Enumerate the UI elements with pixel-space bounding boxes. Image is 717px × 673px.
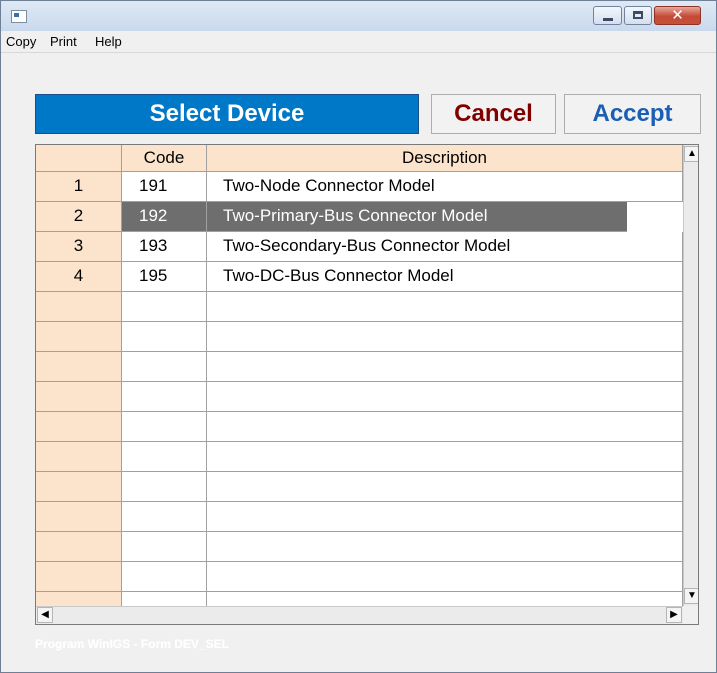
horizontal-scrollbar[interactable]: ◀ ▶ bbox=[36, 606, 683, 624]
code-cell[interactable]: 191 bbox=[122, 172, 207, 202]
code-cell[interactable]: 192 bbox=[122, 202, 207, 232]
description-cell[interactable] bbox=[207, 532, 683, 562]
row-number bbox=[36, 382, 122, 412]
row-number: 3 bbox=[36, 232, 122, 262]
row-number bbox=[36, 442, 122, 472]
menu-help[interactable]: Help bbox=[95, 34, 122, 49]
code-cell[interactable] bbox=[122, 502, 207, 532]
row-number: 4 bbox=[36, 262, 122, 292]
menu-copy[interactable]: Copy bbox=[6, 34, 36, 49]
row-number bbox=[36, 532, 122, 562]
select-device-title: Select Device bbox=[35, 94, 419, 134]
description-cell[interactable] bbox=[207, 382, 683, 412]
description-cell[interactable] bbox=[207, 352, 683, 382]
select-device-window: ✕ Copy Print Help Select Device Cancel A… bbox=[0, 0, 717, 673]
scroll-corner bbox=[683, 606, 698, 624]
header-code[interactable]: Code bbox=[122, 145, 207, 172]
description-cell[interactable] bbox=[207, 502, 683, 532]
description-cell[interactable] bbox=[207, 322, 683, 352]
description-cell[interactable] bbox=[207, 442, 683, 472]
accept-button[interactable]: Accept bbox=[564, 94, 701, 134]
row-number: 1 bbox=[36, 172, 122, 202]
arrow-right-icon: ▶ bbox=[670, 609, 678, 620]
device-grid[interactable]: Code Description 1 191 Two-Node Connector Mo… bbox=[35, 144, 699, 625]
scroll-up-button[interactable]: ▲ bbox=[684, 146, 698, 162]
maximize-icon bbox=[633, 11, 643, 19]
minimize-button[interactable] bbox=[593, 6, 622, 25]
arrow-left-icon: ◀ bbox=[41, 609, 49, 620]
row-number bbox=[36, 352, 122, 382]
close-icon: ✕ bbox=[671, 6, 684, 24]
description-cell[interactable]: Two-Secondary-Bus Connector Model bbox=[207, 232, 683, 262]
code-cell[interactable]: 193 bbox=[122, 232, 207, 262]
scroll-left-button[interactable]: ◀ bbox=[37, 607, 53, 623]
description-cell[interactable]: Two-Primary-Bus Connector Model bbox=[207, 202, 627, 232]
row-number bbox=[36, 412, 122, 442]
row-number bbox=[36, 502, 122, 532]
code-cell[interactable] bbox=[122, 412, 207, 442]
code-cell[interactable] bbox=[122, 382, 207, 412]
description-cell[interactable] bbox=[207, 292, 683, 322]
vertical-scrollbar[interactable]: ▲ ▼ bbox=[683, 145, 698, 606]
description-cell[interactable] bbox=[207, 472, 683, 502]
row-number bbox=[36, 292, 122, 322]
close-button[interactable]: ✕ bbox=[654, 6, 701, 25]
app-icon bbox=[11, 10, 27, 23]
cancel-button[interactable]: Cancel bbox=[431, 94, 556, 134]
description-cell[interactable] bbox=[207, 412, 683, 442]
minimize-icon bbox=[603, 18, 613, 21]
arrow-down-icon: ▼ bbox=[687, 590, 697, 601]
maximize-button[interactable] bbox=[624, 6, 652, 25]
description-cell[interactable]: Two-DC-Bus Connector Model bbox=[207, 262, 683, 292]
code-cell[interactable] bbox=[122, 352, 207, 382]
code-cell[interactable] bbox=[122, 532, 207, 562]
arrow-up-icon: ▲ bbox=[687, 148, 697, 159]
row-number bbox=[36, 472, 122, 502]
code-cell[interactable] bbox=[122, 472, 207, 502]
code-cell[interactable] bbox=[122, 292, 207, 322]
row-number bbox=[36, 322, 122, 352]
scroll-down-button[interactable]: ▼ bbox=[684, 588, 698, 604]
code-cell[interactable] bbox=[122, 562, 207, 592]
footer-text: Program WinIGS - Form DEV_SEL bbox=[35, 637, 229, 651]
menu-bar: Copy Print Help bbox=[1, 31, 716, 53]
row-number bbox=[36, 562, 122, 592]
row-number: 2 bbox=[36, 202, 122, 232]
scroll-right-button[interactable]: ▶ bbox=[666, 607, 682, 623]
code-cell[interactable] bbox=[122, 322, 207, 352]
description-cell[interactable] bbox=[207, 562, 683, 592]
description-cell[interactable]: Two-Node Connector Model bbox=[207, 172, 683, 202]
code-cell[interactable]: 195 bbox=[122, 262, 207, 292]
menu-print[interactable]: Print bbox=[50, 34, 77, 49]
code-cell[interactable] bbox=[122, 442, 207, 472]
header-description[interactable]: Description bbox=[207, 145, 683, 172]
title-bar[interactable]: ✕ bbox=[1, 1, 716, 31]
header-corner[interactable] bbox=[36, 145, 122, 172]
